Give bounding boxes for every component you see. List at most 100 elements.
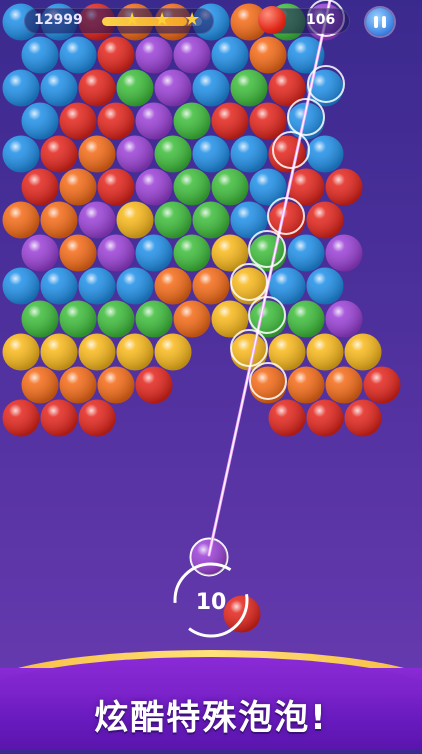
bubble-shine [230, 135, 268, 173]
bubble-shine [40, 267, 78, 305]
bubble-shine [173, 102, 211, 140]
bubble-shine [40, 135, 78, 173]
coin-count: 106 [306, 12, 336, 28]
bubble-shine [2, 267, 40, 305]
bubble-shine [211, 36, 249, 74]
bubble-shine [325, 366, 363, 404]
bubble-shine [325, 234, 363, 272]
bubble-shine [192, 69, 230, 107]
bubble-shine [306, 267, 344, 305]
bubble-shine [344, 333, 382, 371]
bubble-shine [97, 300, 135, 338]
bubble-shine [78, 69, 116, 107]
bubble-shine [287, 300, 325, 338]
score-value: 12999 [34, 12, 83, 28]
bubble-shine [135, 102, 173, 140]
bubble-shine [97, 36, 135, 74]
loaded-bubble-shine [190, 538, 228, 576]
bubble-shine [287, 234, 325, 272]
bubble-shine [287, 366, 325, 404]
star-icon: ★ [184, 9, 201, 30]
bubble-shine [78, 333, 116, 371]
level-progress-fill [102, 17, 187, 26]
bubble-shine [59, 36, 97, 74]
promo-slogan: 炫酷特殊泡泡! [94, 698, 328, 738]
bubble-shine [97, 102, 135, 140]
bubble-shine [306, 201, 344, 239]
bubble-shine [2, 333, 40, 371]
bubble-shine [59, 102, 97, 140]
bubble-shine [59, 168, 97, 206]
bubble-shine [97, 168, 135, 206]
bubble-shine [230, 69, 268, 107]
bubble-shine [135, 36, 173, 74]
bubble-shine [325, 300, 363, 338]
bubble-shine [135, 300, 173, 338]
bubble-shine [344, 399, 382, 437]
bubble-shine [135, 168, 173, 206]
bubble-shine [21, 300, 59, 338]
bubble-shine [173, 168, 211, 206]
bubble-shine [59, 300, 97, 338]
bubble-shine [21, 168, 59, 206]
bubble-shine [78, 267, 116, 305]
bubble-shine [154, 69, 192, 107]
bubble-shine [116, 201, 154, 239]
bubble-shine [211, 102, 249, 140]
bubble-shine [40, 201, 78, 239]
bubble-shine [306, 399, 344, 437]
bubble-shine [192, 201, 230, 239]
bubble-shine [173, 36, 211, 74]
bubble-shine [363, 366, 401, 404]
bubble-shine [230, 201, 268, 239]
star-icon: ★ [124, 9, 141, 30]
bubble-shine [59, 366, 97, 404]
bubble-shine [154, 135, 192, 173]
bubble-shine [116, 267, 154, 305]
bubble-shine [2, 135, 40, 173]
bubble-shine [192, 267, 230, 305]
star-icon: ★ [154, 9, 171, 30]
bubble-shine [97, 234, 135, 272]
bubble-shine [306, 333, 344, 371]
game-board[interactable] [0, 0, 422, 750]
bubble-shine [40, 69, 78, 107]
bubble-shine [2, 399, 40, 437]
bubble-shine [135, 366, 173, 404]
bubble-shine [249, 366, 287, 404]
bubble-shine [268, 399, 306, 437]
bubble-shine [21, 234, 59, 272]
bubble-shine [230, 267, 268, 305]
bubble-shine [249, 36, 287, 74]
bubble-shine [78, 135, 116, 173]
pause-button[interactable] [366, 8, 394, 36]
bubble-shine [211, 168, 249, 206]
bubble-shine [2, 69, 40, 107]
bubble-shine [78, 399, 116, 437]
coin-icon [258, 6, 286, 34]
bubble-field[interactable] [0, 0, 422, 750]
coin-panel[interactable]: 106 [258, 6, 350, 34]
bubble-shine [325, 168, 363, 206]
pause-icon [382, 16, 386, 28]
bubble-shine [78, 201, 116, 239]
bubble-shine [116, 333, 154, 371]
bubble-shine [154, 333, 192, 371]
bubble-shine [97, 366, 135, 404]
bubble-shine [21, 36, 59, 74]
shots-remaining: 10 [195, 590, 227, 615]
bubble-shine [173, 300, 211, 338]
bubble-shine [116, 69, 154, 107]
bubble-shine [154, 267, 192, 305]
bubble-shine [116, 135, 154, 173]
bubble-shine [192, 135, 230, 173]
bubble-shine [306, 135, 344, 173]
bubble-shine [21, 366, 59, 404]
pause-icon [374, 16, 378, 28]
bubble-shine [135, 234, 173, 272]
bubble-shine [154, 201, 192, 239]
bubble-shine [21, 102, 59, 140]
bubble-shine [40, 399, 78, 437]
bubble-shine [173, 234, 211, 272]
bubble-shine [249, 168, 287, 206]
